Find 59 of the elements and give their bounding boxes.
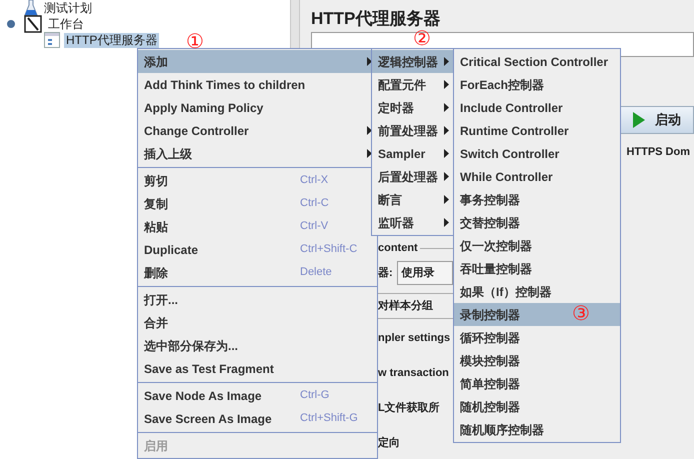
menu-item[interactable]: Critical Section Controller [454, 50, 620, 73]
shortcut-label: Ctrl-C [300, 196, 330, 212]
menu-item[interactable]: Include Controller [454, 96, 620, 119]
tree-item[interactable]: 工作台 [46, 16, 86, 32]
menu-item[interactable]: 模块控制器 [454, 349, 620, 372]
menu-item[interactable]: 交替控制器 [454, 211, 620, 234]
option-label: L文件获取所 [378, 400, 440, 416]
menu-item[interactable]: 前置处理器 [372, 119, 454, 142]
menu-item[interactable]: 监听器 [372, 211, 454, 234]
menu-item[interactable]: 打开... [138, 288, 377, 311]
shortcut-label: Ctrl+Shift-G [300, 411, 359, 426]
menu-item[interactable]: 事务控制器 [454, 188, 620, 211]
select-field[interactable]: 使用录 [396, 261, 453, 286]
expander-icon[interactable] [6, 19, 16, 29]
menu-item[interactable]: 逻辑控制器 [372, 50, 454, 73]
menu-item[interactable]: 断言 [372, 188, 454, 211]
menu-item[interactable]: Save Screen As Image Ctrl+Shift-G [138, 407, 377, 430]
start-button[interactable]: 启动 [620, 106, 694, 134]
menu-item[interactable]: Runtime Controller [454, 119, 620, 142]
annotation-number: ③ [572, 302, 590, 326]
flask-icon [24, 0, 38, 17]
menu-item[interactable]: 循环控制器 [454, 326, 620, 349]
shortcut-label: Ctrl-V [300, 219, 330, 234]
menu-item[interactable]: Save Node As Image Ctrl-G [138, 384, 377, 407]
play-icon [633, 112, 645, 128]
menu-item[interactable]: 仅一次控制器 [454, 234, 620, 257]
menu-item[interactable]: 随机控制器 [454, 395, 620, 418]
slashed-square-icon [24, 15, 42, 33]
shortcut-label: Ctrl+Shift-C [300, 242, 358, 258]
tree-item[interactable]: 测试计划 [42, 0, 94, 16]
menu-item[interactable]: 合并 [138, 311, 377, 334]
menu-item[interactable]: 吞吐量控制器 [454, 257, 620, 280]
menu-item[interactable]: 删除 Delete [138, 261, 377, 284]
menu-item[interactable]: 定时器 [372, 96, 454, 119]
field-label: 器: [378, 266, 393, 281]
option-label: npler settings [378, 331, 450, 346]
menu-item[interactable]: 选中部分保存为... [138, 334, 377, 357]
shortcut-label: Ctrl-X [300, 173, 330, 188]
menu-item[interactable]: 配置元件 [372, 73, 454, 96]
menu-item[interactable]: 后置处理器 [372, 165, 454, 188]
annotation-number: ② [413, 27, 431, 51]
https-label: HTTPS Dom [626, 145, 690, 160]
menu-item[interactable]: 简单控制器 [454, 372, 620, 395]
window-icon [44, 32, 60, 48]
tree-item[interactable]: HTTP代理服务器 [64, 32, 160, 48]
group-title: content [378, 240, 418, 256]
option-label: 定向 [378, 436, 400, 452]
menu-item[interactable]: While Controller [454, 165, 620, 188]
menu-item[interactable]: Sampler [372, 142, 454, 165]
menu-item[interactable]: Save as Test Fragment [138, 357, 377, 380]
menu-item[interactable]: 如果（If）控制器 [454, 280, 620, 303]
menu-item[interactable]: ForEach控制器 [454, 73, 620, 96]
panel-title: HTTP代理服务器 [311, 9, 440, 28]
menu-item[interactable]: 随机顺序控制器 [454, 418, 620, 441]
menu-item[interactable]: Duplicate Ctrl+Shift-C [138, 238, 377, 261]
shortcut-label: Delete [300, 265, 333, 280]
shortcut-label: Ctrl-G [300, 388, 330, 404]
menu-item[interactable]: Switch Controller [454, 142, 620, 165]
option-label: w transaction [378, 366, 449, 382]
